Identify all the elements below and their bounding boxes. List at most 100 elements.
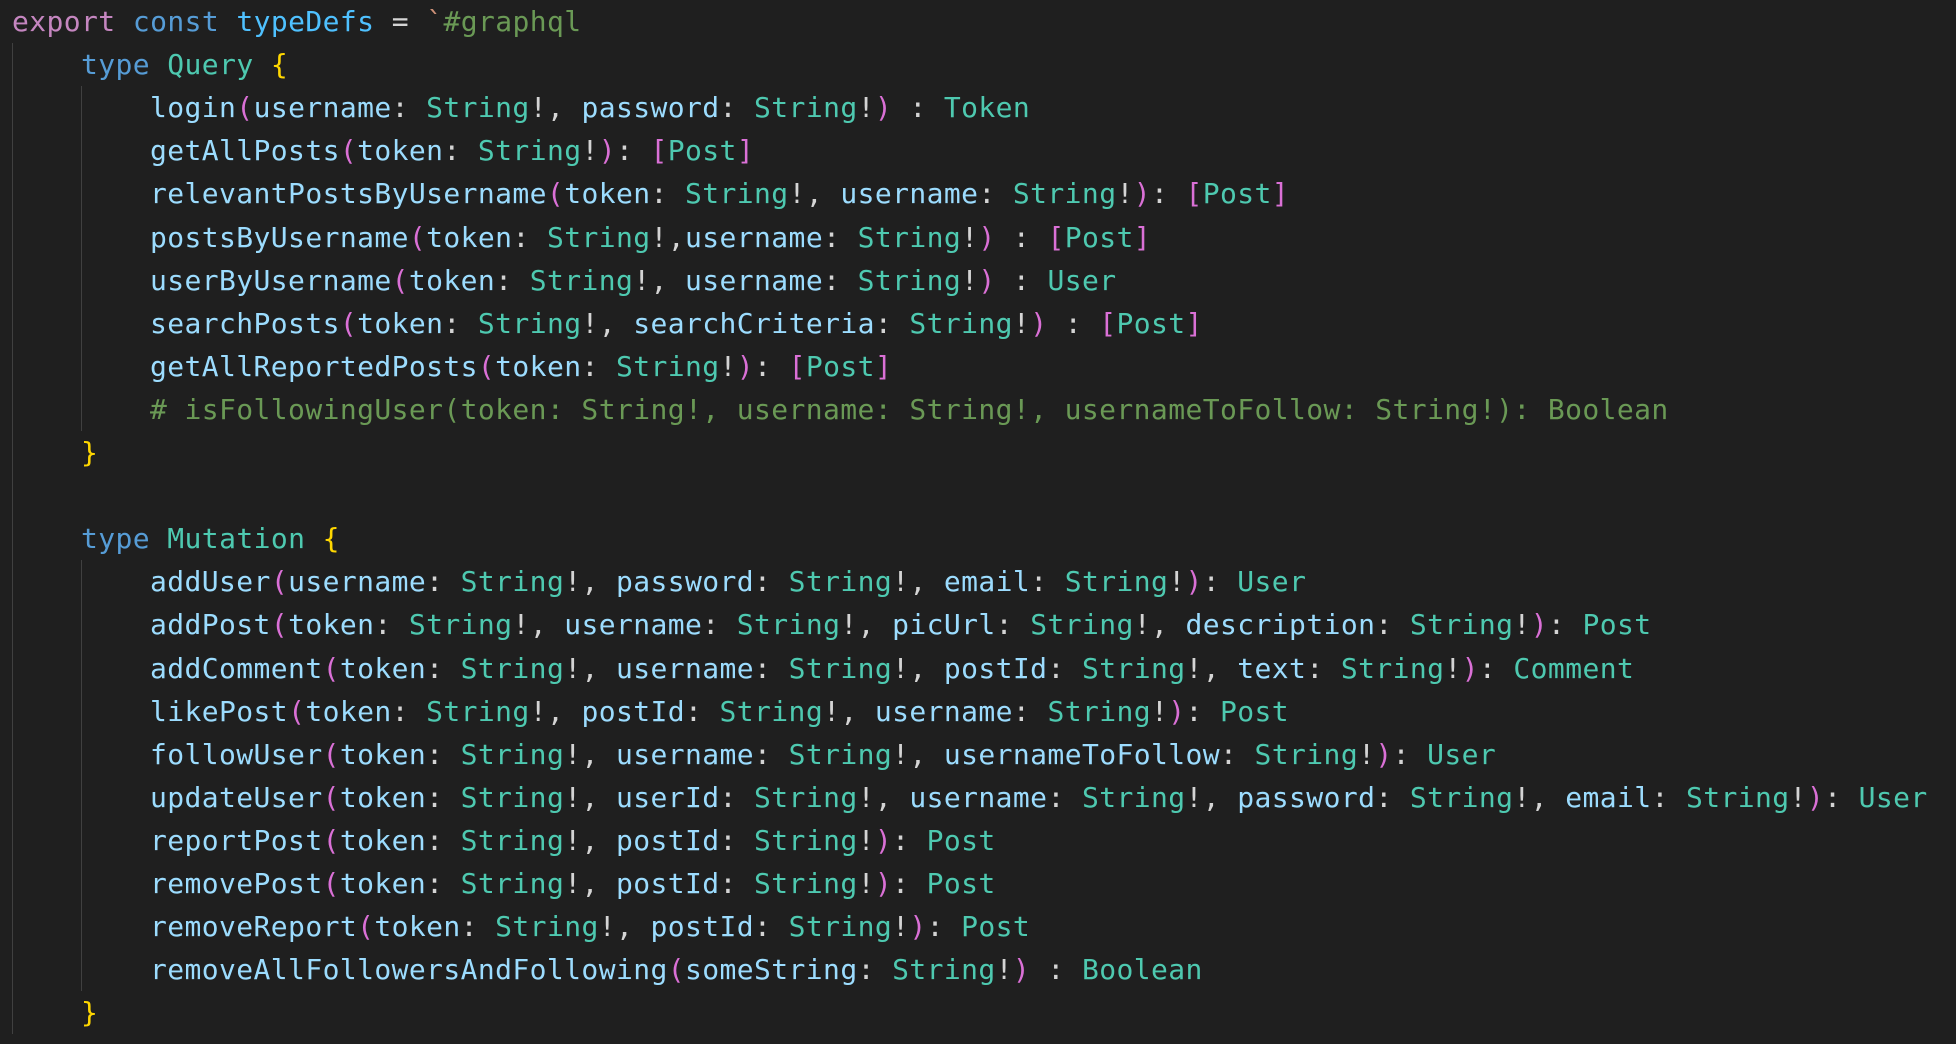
code-token: : xyxy=(391,91,427,125)
code-token: ) xyxy=(1030,306,1048,340)
code-token: token xyxy=(339,780,427,814)
code-line[interactable]: getAllReportedPosts(token: String!): [Po… xyxy=(150,345,892,388)
code-line[interactable]: getAllPosts(token: String!): [Post] xyxy=(150,129,754,172)
code-line[interactable]: userByUsername(token: String!, username:… xyxy=(150,259,1116,302)
code-token: token xyxy=(339,867,427,900)
code-token: description xyxy=(1185,608,1376,642)
code-line[interactable]: login(username: String!, password: Strin… xyxy=(150,86,1030,129)
code-token: : xyxy=(391,694,427,728)
code-token: : xyxy=(1030,565,1065,599)
code-line[interactable]: addComment(token: String!, username: Str… xyxy=(150,647,1634,690)
code-token: someString xyxy=(685,953,858,987)
code-token: ! xyxy=(995,953,1013,987)
code-token: login xyxy=(150,91,237,125)
code-token: token xyxy=(305,694,392,728)
code-token: : xyxy=(1375,780,1410,814)
code-token: ) xyxy=(1185,565,1203,599)
code-token: likePost xyxy=(150,694,289,728)
code-token: ] xyxy=(1133,220,1152,254)
code-token: ! xyxy=(961,263,979,297)
code-token: token xyxy=(339,651,427,685)
code-token: Post xyxy=(1220,694,1290,728)
code-token: String xyxy=(615,349,720,383)
code-token: String xyxy=(1081,651,1186,685)
code-line[interactable]: removeReport(token: String!, postId: Str… xyxy=(150,905,1030,948)
code-token: String xyxy=(460,867,565,900)
code-token: username xyxy=(874,694,1013,728)
code-line[interactable]: addPost(token: String!, username: String… xyxy=(150,603,1652,646)
code-line[interactable]: likePost(token: String!, postId: String!… xyxy=(150,690,1289,733)
code-token: username xyxy=(615,737,755,771)
code-token: ( xyxy=(339,134,358,168)
code-token: : xyxy=(978,177,1013,211)
code-line[interactable]: postsByUsername(token: String!,username:… xyxy=(150,216,1151,259)
code-token: String xyxy=(477,306,582,340)
code-line[interactable]: updateUser(token: String!, userId: Strin… xyxy=(150,776,1928,819)
code-token: ) xyxy=(1012,953,1031,987)
code-token: String xyxy=(1081,780,1186,814)
code-token: ) xyxy=(1375,737,1393,771)
code-token: removeAllFollowersAndFollowing xyxy=(150,953,668,987)
code-token: ] xyxy=(1185,306,1203,340)
code-token: !, xyxy=(564,867,616,900)
code-line[interactable]: type Query { xyxy=(81,43,288,86)
code-token: userByUsername xyxy=(150,263,392,297)
code-token: [ xyxy=(1099,306,1117,340)
code-token: username xyxy=(615,651,755,685)
code-token: ( xyxy=(322,867,340,900)
code-token: !, xyxy=(564,737,616,771)
code-token: User xyxy=(1427,737,1497,771)
code-line[interactable]: } xyxy=(81,431,98,474)
code-token: updateUser xyxy=(150,780,323,814)
code-token: String xyxy=(408,608,513,642)
code-token: token xyxy=(374,910,461,944)
code-token: : xyxy=(426,780,461,814)
code-token: String xyxy=(754,780,858,814)
code-line[interactable]: type Mutation { xyxy=(81,517,340,560)
code-token: ) xyxy=(874,823,893,857)
code-token: User xyxy=(1047,263,1117,297)
code-token: token xyxy=(288,608,375,642)
code-token: Post xyxy=(926,823,996,857)
code-token: typeDefs xyxy=(236,5,375,38)
code-token: ( xyxy=(322,780,340,814)
code-token: ] xyxy=(736,134,755,168)
code-line[interactable]: } xyxy=(81,991,98,1034)
code-token: [ xyxy=(1185,177,1203,211)
code-token: ! xyxy=(1116,177,1134,211)
code-token: username xyxy=(288,565,427,599)
code-token: : xyxy=(426,651,461,685)
code-token: String xyxy=(426,91,530,125)
code-line[interactable]: addUser(username: String!, password: Str… xyxy=(150,560,1306,603)
code-token: !, xyxy=(1185,780,1238,814)
code-token: : xyxy=(719,867,755,900)
code-token: : xyxy=(443,134,478,168)
code-token: ! xyxy=(1513,608,1531,642)
code-token: String xyxy=(788,910,893,944)
code-token: String xyxy=(788,737,893,771)
code-line[interactable]: # isFollowingUser(token: String!, userna… xyxy=(150,388,1669,431)
code-token: !, xyxy=(564,651,616,685)
code-token: : xyxy=(754,910,789,944)
code-token: String xyxy=(1047,694,1151,728)
code-line[interactable]: removeAllFollowersAndFollowing(someStrin… xyxy=(150,948,1203,991)
code-line[interactable]: removePost(token: String!, postId: Strin… xyxy=(150,862,996,905)
code-token: ( xyxy=(322,651,340,685)
code-line[interactable]: export const typeDefs = `#graphql xyxy=(12,0,582,43)
code-line[interactable]: relevantPostsByUsername(token: String!, … xyxy=(150,172,1289,215)
code-line[interactable]: searchPosts(token: String!, searchCriter… xyxy=(150,302,1203,345)
code-token: ) xyxy=(1530,608,1548,642)
code-token: : xyxy=(719,91,755,125)
code-token: ] xyxy=(874,349,893,383)
code-token: # isFollowingUser(token: String!, userna… xyxy=(150,392,1669,426)
code-editor[interactable]: export const typeDefs = `#graphql type Qu… xyxy=(0,0,1956,1044)
code-token: String xyxy=(546,220,651,254)
code-token: ! xyxy=(719,349,737,383)
code-line[interactable]: reportPost(token: String!, postId: Strin… xyxy=(150,819,996,862)
code-line[interactable]: followUser(token: String!, username: Str… xyxy=(150,733,1496,776)
code-token: = xyxy=(374,5,427,38)
